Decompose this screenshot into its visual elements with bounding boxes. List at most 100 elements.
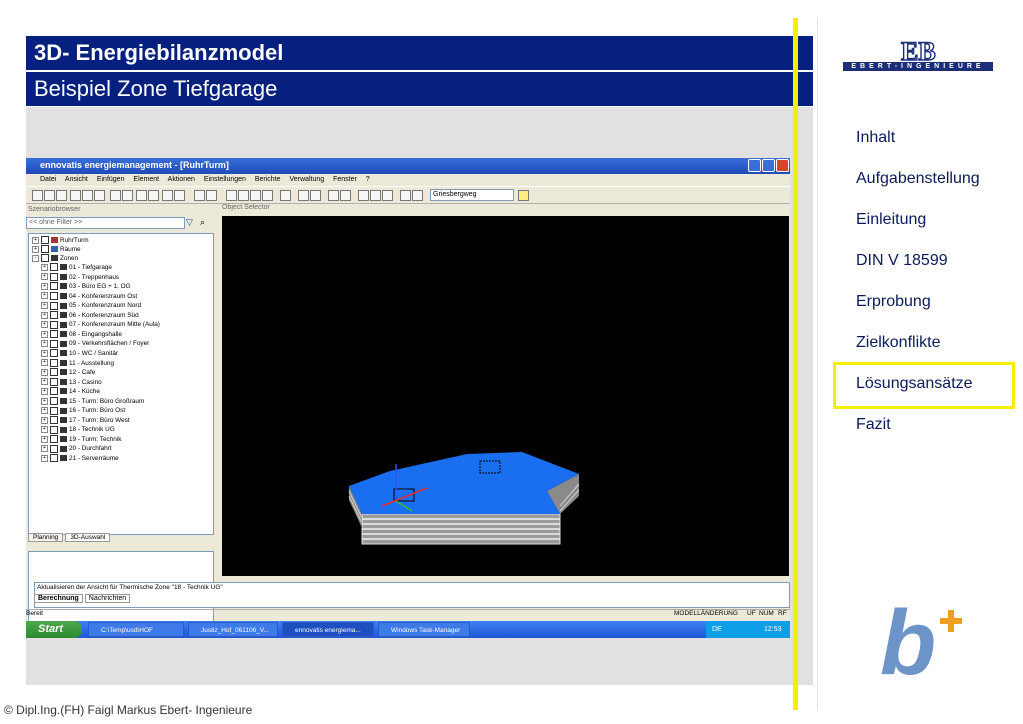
scenario-browser-header: Szenariobrowser (28, 206, 81, 213)
filter-icon[interactable]: ▽ (186, 217, 196, 227)
nav-item-din[interactable]: DIN V 18599 (856, 252, 948, 270)
tool-icon[interactable] (412, 190, 423, 201)
tree-item-zone[interactable]: +13 - Casino (41, 377, 102, 387)
tree-item-zone[interactable]: +09 - Verkehrsflächen / Foyer (41, 339, 149, 348)
menu-einfuegen[interactable]: Einfügen (97, 176, 125, 183)
tool-icon[interactable] (400, 190, 411, 201)
menu-ansicht[interactable]: Ansicht (65, 176, 88, 183)
tool-icon[interactable] (122, 190, 133, 201)
taskbar-item-taskmanager[interactable]: Windows Task-Manager (378, 622, 470, 637)
tree-item-zone[interactable]: +16 - Turm: Büro Ost (41, 406, 125, 415)
taskbar-item-justiz[interactable]: Justiz_Hof_061106_V... (188, 622, 278, 637)
tool-icon[interactable] (370, 190, 381, 201)
tree-item-zone[interactable]: +06 - Konferenzraum Süd (41, 311, 139, 320)
nav-item-zielkonflikte[interactable]: Zielkonflikte (856, 334, 940, 352)
menu-fenster[interactable]: Fenster (333, 176, 357, 183)
help-icon[interactable] (518, 190, 529, 201)
tool-icon[interactable] (328, 190, 339, 201)
menu-einstellungen[interactable]: Einstellungen (204, 176, 246, 183)
save-icon[interactable] (56, 190, 67, 201)
binoculars-icon[interactable]: ⌕ (200, 217, 212, 227)
clock: 12:53 (764, 626, 782, 633)
tool-icon[interactable] (162, 190, 173, 201)
menu-element[interactable]: Element (133, 176, 159, 183)
tree-item-zone[interactable]: +12 - Cafe (41, 368, 95, 377)
tree-item-zone[interactable]: +07 - Konferenzraum Mitte (Aula) (41, 320, 160, 329)
3d-viewport[interactable] (222, 216, 789, 576)
tree-item-zone[interactable]: +17 - Turm: Büro West (41, 416, 130, 425)
tree-item-zone[interactable]: +01 - Tiefgarage (41, 263, 112, 272)
tool-icon[interactable] (382, 190, 393, 201)
tool-icon[interactable] (250, 190, 261, 201)
tree-item-zone[interactable]: +14 - Küche (41, 387, 100, 396)
tab-planning[interactable]: Planning (28, 533, 64, 542)
tree-item-zone[interactable]: +21 - Serverräume (41, 454, 119, 463)
tree-item-zone[interactable]: +11 - Ausstellung (41, 358, 114, 368)
minimize-button[interactable] (748, 159, 761, 172)
tool-icon[interactable] (280, 190, 291, 201)
tool-icon[interactable] (262, 190, 273, 201)
tree-item-zone[interactable]: +03 - Büro EG + 1. OG (41, 282, 131, 291)
new-icon[interactable] (32, 190, 43, 201)
start-button[interactable]: Start (26, 621, 82, 638)
tree-item-zone[interactable]: +15 - Turm: Büro Großraum (41, 397, 144, 406)
tool-icon[interactable] (194, 190, 205, 201)
menu-verwaltung[interactable]: Verwaltung (290, 176, 325, 183)
nav-item-aufgabenstellung[interactable]: Aufgabenstellung (856, 170, 980, 188)
tool-icon[interactable] (148, 190, 159, 201)
slide-title-bar: 3D- Energiebilanzmodel (26, 36, 813, 70)
window-titlebar: ennovatis energiemanagement - [RuhrTurm] (26, 158, 790, 174)
nav-item-inhalt[interactable]: Inhalt (856, 129, 895, 147)
cut-icon[interactable] (70, 190, 81, 201)
menu-berichte[interactable]: Berichte (255, 176, 281, 183)
nav-item-einleitung[interactable]: Einleitung (856, 211, 926, 229)
status-bar: Bereit MODELLÄNDERUNG UF NUM RF (26, 609, 790, 620)
menu-help[interactable]: ? (366, 176, 370, 183)
tree-item-zone[interactable]: +08 - Eingangshalle (41, 330, 122, 339)
tree-item-raeume[interactable]: + Räume (32, 245, 81, 254)
language-indicator[interactable]: DE (712, 621, 722, 638)
maximize-button[interactable] (762, 159, 775, 172)
tool-icon[interactable] (238, 190, 249, 201)
tree-item-zone[interactable]: +04 - Konferenzraum Ost (41, 291, 137, 301)
taskbar-item-explorer[interactable]: C:\Temp\usd\HOF (88, 622, 184, 637)
open-icon[interactable] (44, 190, 55, 201)
tree-item-zone[interactable]: +18 - Technik UG (41, 425, 115, 434)
tree-item-zone[interactable]: +10 - WC / Sanitär (41, 349, 118, 358)
tool-icon[interactable] (110, 190, 121, 201)
b-plus-logo-icon: b (880, 596, 962, 686)
tab-nachrichten[interactable]: Nachrichten (84, 594, 131, 603)
tool-icon[interactable] (310, 190, 321, 201)
taskbar-item-ennovatis[interactable]: ennovatis energiema... (282, 622, 374, 637)
filter-dropdown[interactable]: << ohne Filter >> (26, 217, 185, 229)
message-log: Aktualisieren der Ansicht für Thermische… (34, 582, 790, 608)
tool-icon[interactable] (206, 190, 217, 201)
print-icon[interactable] (340, 190, 351, 201)
tool-icon[interactable] (358, 190, 369, 201)
tree-item-zone[interactable]: +05 - Konferenzraum Nord (41, 301, 141, 310)
nav-item-loesungsansaetze[interactable]: Lösungsansätze (856, 375, 973, 393)
tree-item-zone[interactable]: +20 - Durchfahrt (41, 444, 112, 453)
close-button[interactable] (776, 159, 789, 172)
tree-item-zone[interactable]: +19 - Turm: Technik (41, 435, 121, 444)
tool-icon[interactable] (298, 190, 309, 201)
3d-model-render (348, 452, 580, 545)
tab-berechnung[interactable]: Berechnung (34, 594, 83, 603)
tab-3d-auswahl[interactable]: 3D-Auswahl (65, 533, 111, 542)
menu-datei[interactable]: Datei (40, 176, 56, 183)
tool-icon[interactable] (174, 190, 185, 201)
tool-icon[interactable] (136, 190, 147, 201)
tool-icon[interactable] (226, 190, 237, 201)
nav-item-fazit[interactable]: Fazit (856, 416, 891, 434)
location-dropdown[interactable]: Griesbergweg (430, 189, 514, 201)
tree-item-zone[interactable]: +02 - Treppenhaus (41, 272, 119, 282)
copy-icon[interactable] (82, 190, 93, 201)
toolbar (26, 186, 790, 204)
paste-icon[interactable] (94, 190, 105, 201)
menu-aktionen[interactable]: Aktionen (168, 176, 195, 183)
tree-item-ruhrturm[interactable]: + RuhrTurm (32, 236, 89, 245)
bottom-tabs: Berechnung Nachrichten (34, 594, 131, 603)
nav-item-erprobung[interactable]: Erprobung (856, 293, 931, 311)
status-ready: Bereit (26, 610, 43, 617)
tree-item-zonen[interactable]: - Zonen (32, 254, 78, 263)
